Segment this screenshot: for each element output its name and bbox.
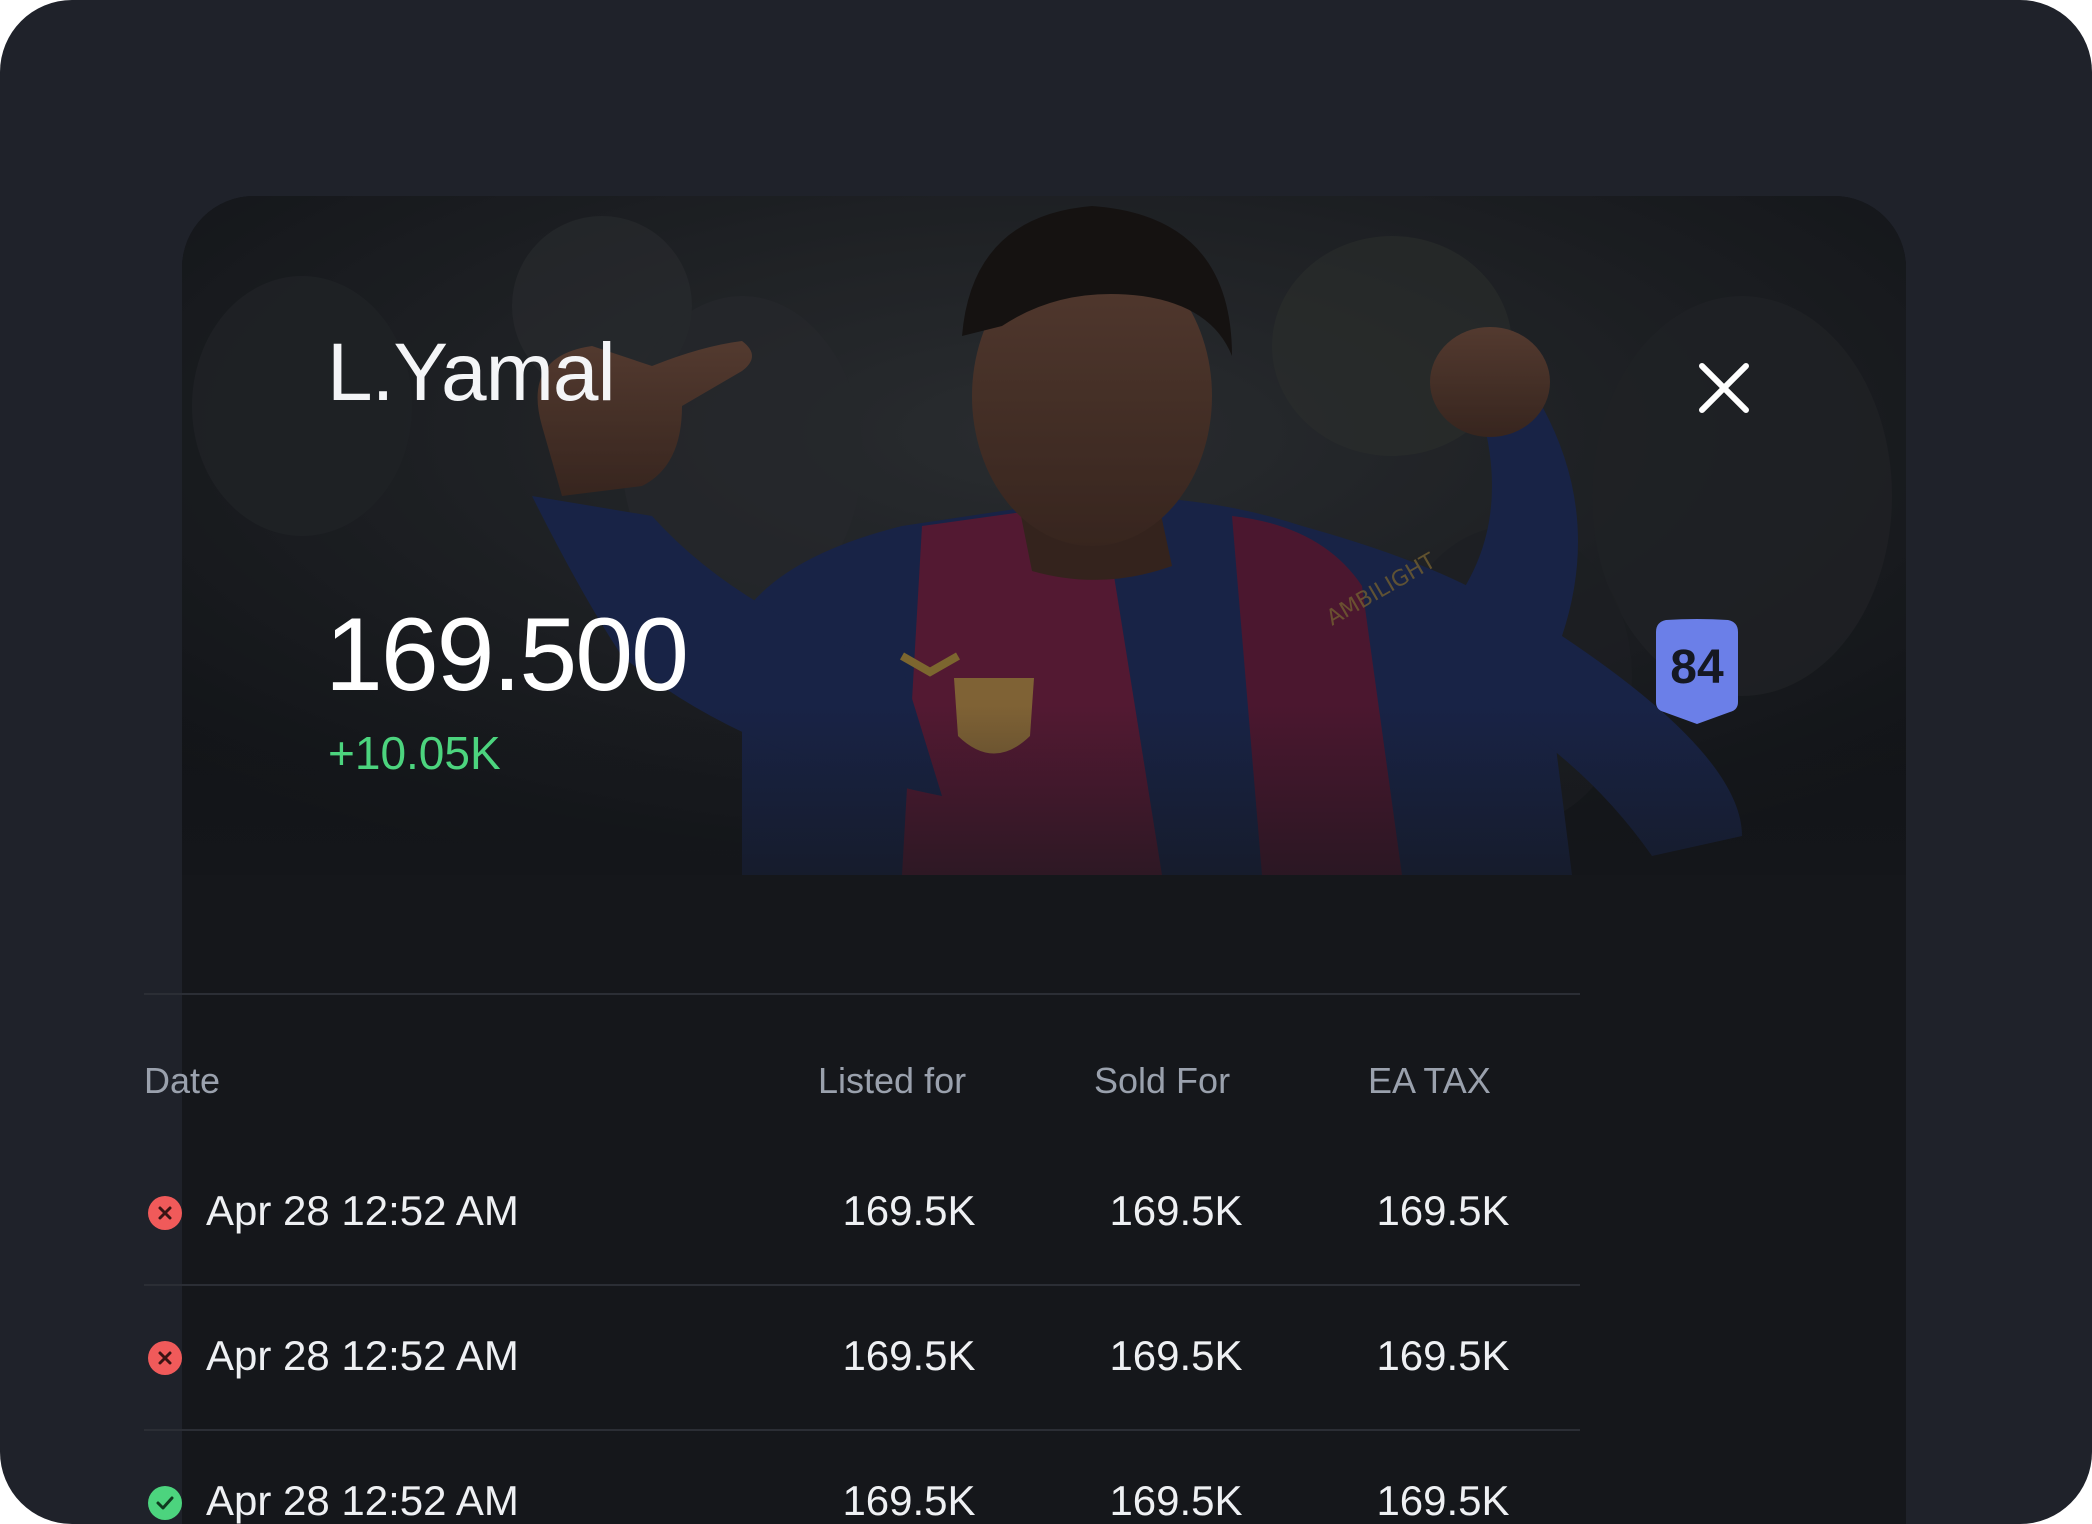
row-sold-for: 169.5K [1109,1477,1243,1524]
header-ea-tax: EA TAX [1368,1060,1491,1101]
header-sold-for: Sold For [1094,1060,1231,1101]
row-date: Apr 28 12:52 AM [206,1332,519,1379]
table-row[interactable]: Apr 28 12:52 AM 169.5K 169.5K 169.5K [144,1286,1580,1431]
rating-badge: 84 [1654,618,1740,726]
check-circle-icon [148,1486,182,1520]
x-circle-icon [148,1341,182,1375]
row-ea-tax: 169.5K [1376,1187,1510,1234]
row-ea-tax: 169.5K [1376,1477,1510,1524]
player-hero: AMBILIGHT L.Yamal 169.500 +10.05K 84 [182,196,1906,875]
row-date: Apr 28 12:52 AM [206,1187,519,1234]
row-sold-for: 169.5K [1109,1332,1243,1379]
close-button[interactable] [1684,348,1764,428]
sales-history-rows: Apr 28 12:52 AM 169.5K 169.5K 169.5K Apr… [144,1141,1580,1524]
row-date: Apr 28 12:52 AM [206,1477,519,1524]
header-date: Date [144,1060,221,1101]
x-circle-icon [148,1196,182,1230]
player-name: L.Yamal [327,327,616,418]
player-price: 169.500 [325,597,689,713]
close-icon [1699,363,1749,413]
row-listed-for: 169.5K [842,1332,976,1379]
table-row[interactable]: Apr 28 12:52 AM 169.5K 169.5K 169.5K [144,1141,1580,1286]
table-row[interactable]: Apr 28 12:52 AM 169.5K 169.5K 169.5K [144,1431,1580,1524]
row-ea-tax: 169.5K [1376,1332,1510,1379]
rating-value: 84 [1670,641,1724,694]
app-frame: AMBILIGHT L.Yamal 169.500 +10.05K 84 [0,0,2092,1524]
row-listed-for: 169.5K [842,1187,976,1234]
header-listed-for: Listed for [818,1060,967,1101]
sales-history-table: Date Listed for Sold For EA TAX [144,850,1580,1101]
price-change: +10.05K [328,727,501,779]
table-header: Date Listed for Sold For EA TAX [144,850,1580,1101]
row-sold-for: 169.5K [1109,1187,1243,1234]
row-listed-for: 169.5K [842,1477,976,1524]
